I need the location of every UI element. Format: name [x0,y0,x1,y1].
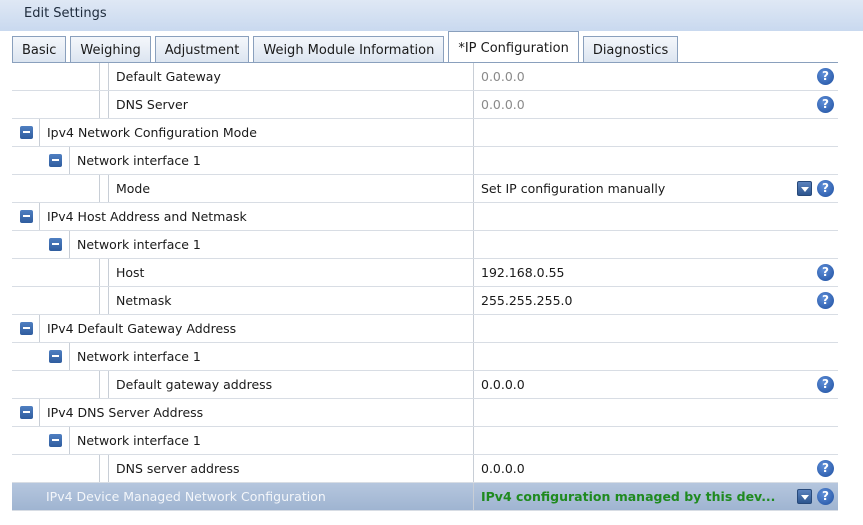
property-name: Default gateway address [108,371,272,398]
collapse-minus-icon[interactable] [49,238,62,251]
property-name: Network interface 1 [69,231,201,258]
help-question-icon[interactable]: ? [817,264,834,281]
help-question-icon[interactable]: ? [817,488,834,505]
property-value[interactable]: 192.168.0.55 [473,259,838,286]
property-value [473,343,838,370]
property-value[interactable]: 255.255.255.0 [473,287,838,314]
property-grid: Default Gateway 0.0.0.0? DNS Server 0.0.0.0… [12,62,838,525]
collapse-minus-icon[interactable] [20,406,33,419]
indent-gutter [99,455,100,482]
property-row[interactable]: IPv4 Host Address and Netmask [12,203,838,231]
property-row[interactable]: DNS server address 0.0.0.0? [12,455,838,483]
indent-gutter [99,287,100,314]
help-question-icon[interactable]: ? [817,180,834,197]
property-value [473,119,838,146]
help-question-icon[interactable]: ? [817,292,834,309]
property-name: IPv4 Default Gateway Address [39,315,236,342]
tab-bar: Basic Weighing Adjustment Weigh Module I… [12,31,682,63]
property-value [473,203,838,230]
property-value [473,315,838,342]
property-name: Netmask [108,287,172,314]
help-question-icon[interactable]: ? [817,460,834,477]
property-name: IPv4 Host Address and Netmask [39,203,247,230]
collapse-minus-icon[interactable] [49,350,62,363]
property-value[interactable]: 0.0.0.0 [473,371,838,398]
indent-gutter [99,63,100,90]
property-value[interactable]: 0.0.0.0 [473,455,838,482]
collapse-minus-icon[interactable] [49,434,62,447]
property-row[interactable]: Network interface 1 [12,147,838,175]
collapse-minus-icon[interactable] [20,322,33,335]
property-name: Mode [108,175,150,202]
help-question-icon[interactable]: ? [817,68,834,85]
property-name: DNS server address [108,455,240,482]
property-name: Host [108,259,144,286]
property-row[interactable]: Mode Set IP configuration manually? [12,175,838,203]
window-title: Edit Settings [0,0,863,31]
tab-adjustment[interactable]: Adjustment [154,36,250,63]
help-question-icon[interactable]: ? [817,376,834,393]
property-value[interactable]: IPv4 configuration managed by this dev..… [473,483,838,510]
tab-weigh-module-information[interactable]: Weigh Module Information [253,36,445,63]
indent-gutter [99,91,100,118]
property-name: IPv4 Device Managed Network Configuratio… [46,489,326,504]
property-row[interactable]: Default Gateway 0.0.0.0? [12,63,838,91]
property-row[interactable]: DNS Server 0.0.0.0? [12,91,838,119]
tab-basic[interactable]: Basic [12,36,67,63]
property-row[interactable]: Network interface 1 [12,343,838,371]
collapse-minus-icon[interactable] [20,210,33,223]
property-row[interactable]: Network interface 1 [12,231,838,259]
property-name: Network interface 1 [69,427,201,454]
property-row[interactable]: Host 192.168.0.55? [12,259,838,287]
property-name: Ipv4 Network Configuration Mode [39,119,257,146]
property-value [473,147,838,174]
tab-diagnostics[interactable]: Diagnostics [582,36,679,63]
tab-ip-configuration[interactable]: *IP Configuration [448,31,579,63]
property-value [473,427,838,454]
property-name: Network interface 1 [69,343,201,370]
property-name: Network interface 1 [69,147,201,174]
dropdown-arrow-icon[interactable] [797,181,812,196]
property-value[interactable]: 0.0.0.0 [473,91,838,118]
property-value[interactable]: 0.0.0.0 [473,63,838,90]
property-row[interactable]: Default gateway address 0.0.0.0? [12,371,838,399]
tab-weighing[interactable]: Weighing [70,36,151,63]
grid-right-margin [838,62,863,524]
property-row[interactable]: Netmask 255.255.255.0? [12,287,838,315]
property-value [473,231,838,258]
property-row[interactable]: IPv4 Default Gateway Address [12,315,838,343]
property-row[interactable]: Ipv4 Network Configuration Mode [12,119,838,147]
property-value[interactable]: Set IP configuration manually [473,175,838,202]
indent-gutter [99,259,100,286]
property-name: Default Gateway [108,63,221,90]
property-value [473,399,838,426]
property-row[interactable]: IPv4 DNS Server Address [12,399,838,427]
indent-gutter [99,175,100,202]
property-row-selected[interactable]: IPv4 Device Managed Network Configuratio… [12,483,838,511]
collapse-minus-icon[interactable] [49,154,62,167]
edit-settings-window: Edit Settings Basic Weighing Adjustment … [0,0,863,524]
indent-gutter [99,371,100,398]
collapse-minus-icon[interactable] [20,126,33,139]
dropdown-arrow-icon[interactable] [797,489,812,504]
property-name: IPv4 DNS Server Address [39,399,203,426]
help-question-icon[interactable]: ? [817,96,834,113]
property-row[interactable]: Network interface 1 [12,427,838,455]
property-name: DNS Server [108,91,188,118]
